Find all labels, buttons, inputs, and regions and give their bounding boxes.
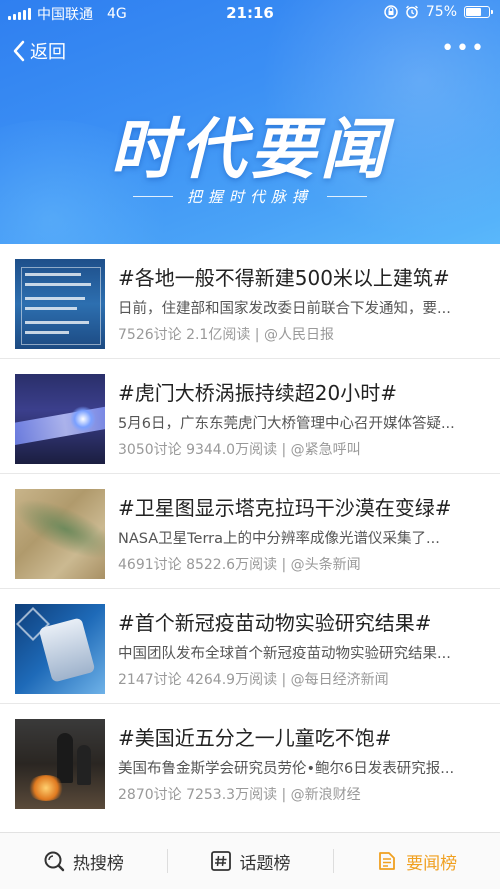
item-title: #各地一般不得新建500米以上建筑# — [118, 266, 450, 290]
thumbnail — [15, 259, 105, 349]
back-label: 返回 — [30, 42, 66, 63]
list-item[interactable]: #首个新冠疫苗动物实验研究结果# 中国团队发布全球首个新冠疫苗动物实验研究结果.… — [0, 589, 500, 704]
item-description: 日前，住建部和国家发改委日前联合下发通知，要... — [118, 301, 451, 317]
hashtag-icon — [210, 851, 231, 871]
battery-percent: 75% — [425, 4, 457, 20]
banner: 中国联通 4G 21:16 75% 返回 ••• 时代要闻 把握时代脉搏 — [0, 0, 500, 244]
nav-bar: 返回 ••• — [0, 30, 500, 74]
battery-icon — [464, 6, 493, 18]
news-list: #各地一般不得新建500米以上建筑# 日前，住建部和国家发改委日前联合下发通知，… — [0, 244, 500, 819]
tab-topics[interactable]: 话题榜 — [166, 833, 334, 889]
tab-label: 要闻榜 — [406, 853, 458, 874]
list-item[interactable]: #虎门大桥涡振持续超20小时# 5月6日，广东东莞虎门大桥管理中心召开媒体答疑.… — [0, 359, 500, 474]
divider — [327, 196, 367, 197]
item-meta: 3050讨论 9344.0万阅读 | @紧急呼叫 — [118, 442, 361, 458]
banner-subtitle: 把握时代脉搏 — [186, 188, 313, 206]
item-description: 美国布鲁金斯学会研究员劳伦•鲍尔6日发表研究报... — [118, 761, 455, 777]
thumbnail — [15, 719, 105, 809]
tab-bar: 热搜榜 话题榜 要闻榜 — [0, 832, 500, 889]
item-meta: 2870讨论 7253.3万阅读 | @新浪财经 — [118, 787, 361, 803]
list-item[interactable]: #美国近五分之一儿童吃不饱# 美国布鲁金斯学会研究员劳伦•鲍尔6日发表研究报..… — [0, 704, 500, 819]
battery-fill — [466, 8, 481, 16]
thumbnail — [15, 489, 105, 579]
list-item[interactable]: #各地一般不得新建500米以上建筑# 日前，住建部和国家发改委日前联合下发通知，… — [0, 244, 500, 359]
divider — [132, 196, 173, 197]
item-meta: 7526讨论 2.1亿阅读 | @人民日报 — [118, 327, 334, 343]
chevron-left-icon — [13, 40, 25, 62]
tab-news[interactable]: 要闻榜 — [333, 833, 500, 889]
banner-title: 时代要闻 — [110, 111, 390, 188]
status-bar: 中国联通 4G 21:16 75% — [0, 0, 500, 26]
item-title: #美国近五分之一儿童吃不饱# — [118, 726, 392, 750]
orientation-lock-icon — [384, 5, 398, 19]
tab-hot-search[interactable]: 热搜榜 — [0, 833, 167, 889]
search-icon — [44, 851, 65, 872]
item-title: #虎门大桥涡振持续超20小时# — [118, 381, 397, 405]
item-description: 中国团队发布全球首个新冠疫苗动物实验研究结果... — [118, 646, 451, 662]
back-button[interactable]: 返回 — [12, 38, 66, 64]
list-item[interactable]: #卫星图显示塔克拉玛干沙漠在变绿# NASA卫星Terra上的中分辨率成像光谱仪… — [0, 474, 500, 589]
item-title: #首个新冠疫苗动物实验研究结果# — [118, 611, 432, 635]
alarm-icon — [405, 5, 418, 19]
item-title: #卫星图显示塔克拉玛干沙漠在变绿# — [118, 496, 452, 520]
tab-label: 热搜榜 — [72, 853, 124, 874]
tab-label: 话题榜 — [239, 853, 291, 874]
item-meta: 2147讨论 4264.9万阅读 | @每日经济新闻 — [118, 672, 389, 688]
news-icon — [379, 852, 396, 870]
more-button[interactable]: ••• — [441, 36, 486, 61]
item-meta: 4691讨论 8522.6万阅读 | @头条新闻 — [118, 557, 361, 573]
more-icon: ••• — [441, 36, 486, 61]
thumbnail — [15, 374, 105, 464]
banner-subtitle-row: 把握时代脉搏 — [0, 186, 500, 207]
item-description: 5月6日，广东东莞虎门大桥管理中心召开媒体答疑... — [118, 416, 455, 432]
thumbnail — [15, 604, 105, 694]
item-description: NASA卫星Terra上的中分辨率成像光谱仪采集了... — [118, 531, 440, 547]
